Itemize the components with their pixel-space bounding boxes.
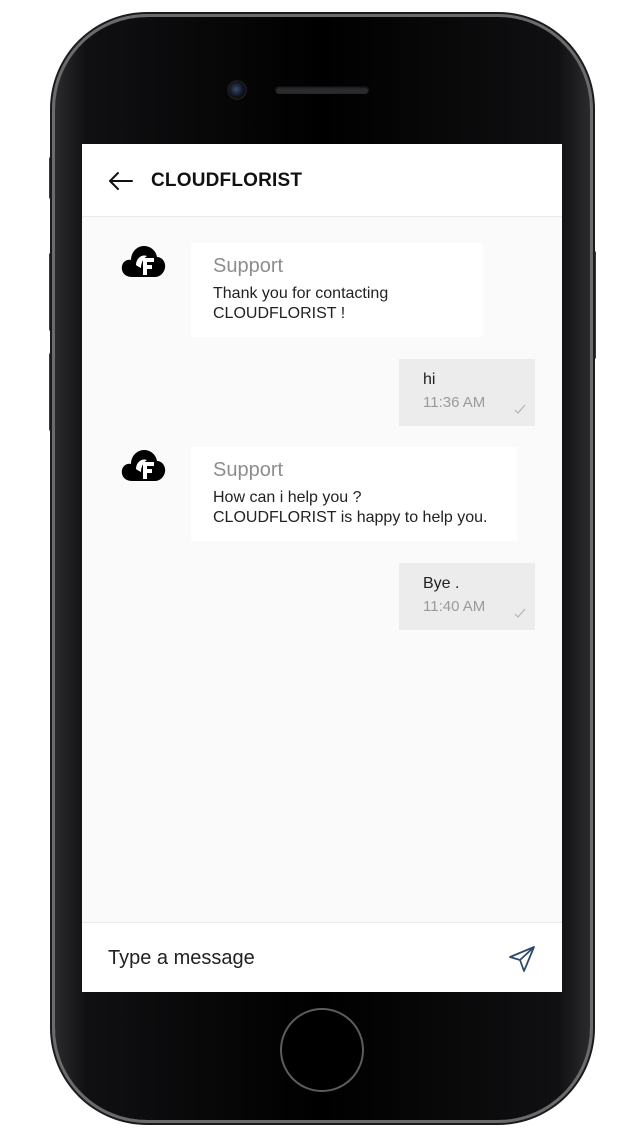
page-title: CLOUDFLORIST [151, 170, 303, 191]
message-timestamp: 11:40 AM [423, 598, 486, 615]
message-text: How can i help you ? CLOUDFLORIST is hap… [213, 489, 488, 526]
earpiece-speaker [275, 86, 369, 94]
message-composer [82, 922, 562, 992]
message-text: Thank you for contacting CLOUDFLORIST ! [213, 285, 389, 322]
check-icon [514, 608, 526, 618]
message-bubble-outgoing: Bye . 11:40 AM [399, 563, 535, 630]
message-text: Bye . [423, 575, 460, 592]
message-sender: Support [213, 459, 284, 481]
arrow-left-icon [109, 172, 133, 190]
message-text: hi [423, 371, 436, 388]
cloudflorist-logo-icon [121, 450, 166, 481]
message-input[interactable] [108, 941, 488, 975]
message-bubble-incoming: Support Thank you for contacting CLOUDFL… [191, 243, 483, 337]
front-camera [229, 82, 245, 98]
check-icon [514, 404, 526, 414]
power-button [590, 250, 596, 360]
chat-header: CLOUDFLORIST [82, 144, 562, 217]
message-timestamp: 11:36 AM [423, 394, 486, 411]
cloudflorist-logo-icon [121, 246, 166, 277]
back-button[interactable] [104, 166, 136, 196]
send-icon [509, 946, 535, 972]
message-bubble-outgoing: hi 11:36 AM [399, 359, 535, 426]
send-button[interactable] [506, 943, 538, 975]
home-button[interactable] [280, 1008, 364, 1092]
message-sender: Support [213, 255, 284, 277]
message-bubble-incoming: Support How can i help you ? CLOUDFLORIS… [191, 447, 517, 541]
chat-screen: CLOUDFLORIST Support Thank you for conta… [82, 144, 562, 992]
